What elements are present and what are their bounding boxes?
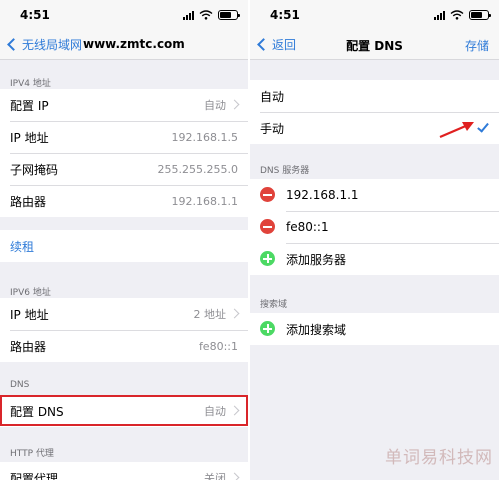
section-header-dns-servers: DNS 服务器 xyxy=(260,166,310,176)
status-time: 4:51 xyxy=(270,8,300,22)
dns-server-value: fe80::1 xyxy=(286,220,329,234)
section-header-ipv4: IPV4 地址 xyxy=(10,79,51,89)
subnet-mask-row: 子网掩码 255.255.255.0 xyxy=(0,153,248,185)
watermark: 单词易科技网 xyxy=(385,448,493,468)
right-screen: 4:51 返回 配置 DNS 存储 自动 手动 DNS 服务器 192.168.… xyxy=(250,0,499,480)
dns-server-value: 192.168.1.1 xyxy=(286,188,359,202)
configure-proxy-row[interactable]: 配置代理 关闭 xyxy=(0,462,248,480)
status-bar: 4:51 xyxy=(0,0,248,30)
delete-minus-icon[interactable] xyxy=(260,187,275,202)
back-button[interactable]: 无线局域网 xyxy=(6,36,82,53)
page-title: 配置 DNS xyxy=(346,39,403,53)
row-label: 配置代理 xyxy=(10,471,59,480)
chevron-left-icon xyxy=(7,38,20,51)
nav-bar: 返回 配置 DNS 存储 xyxy=(250,30,499,60)
battery-icon xyxy=(218,10,240,20)
wifi-icon xyxy=(450,10,464,20)
ipv6-group: IP 地址 2 地址 路由器 fe80::1 xyxy=(0,298,248,362)
row-label: 手动 xyxy=(260,121,285,136)
red-arrow-annotation-icon xyxy=(439,122,474,139)
ip-address-row: IP 地址 192.168.1.5 xyxy=(0,121,248,153)
section-header-ipv6: IPV6 地址 xyxy=(10,288,51,298)
back-label: 无线局域网 xyxy=(22,38,83,52)
checkmark-icon xyxy=(477,120,489,133)
signal-icon xyxy=(183,10,194,20)
page-title: www.zmtc.com xyxy=(83,37,185,51)
wifi-icon xyxy=(199,10,213,20)
row-value: 255.255.255.0 xyxy=(157,162,238,176)
signal-icon xyxy=(434,10,445,20)
row-label: 路由器 xyxy=(10,339,47,354)
delete-minus-icon[interactable] xyxy=(260,219,275,234)
section-header-dns: DNS xyxy=(10,380,30,390)
row-label: 配置 IP xyxy=(10,98,49,113)
status-icons xyxy=(183,9,240,21)
mode-auto-option[interactable]: 自动 xyxy=(250,80,499,112)
dns-server-row[interactable]: fe80::1 xyxy=(250,211,499,243)
status-bar: 4:51 xyxy=(250,0,499,30)
row-value: 192.168.1.5 xyxy=(171,130,238,144)
status-time: 4:51 xyxy=(20,8,50,22)
row-label: 子网掩码 xyxy=(10,162,59,177)
chevron-right-icon xyxy=(229,472,240,480)
add-plus-icon xyxy=(260,321,275,336)
section-header-search-domains: 搜索域 xyxy=(260,300,288,310)
search-domains-group: 添加搜索域 xyxy=(250,313,499,345)
add-server-button[interactable]: 添加服务器 xyxy=(250,243,499,275)
left-screen: 4:51 无线局域网 www.zmtc.com IPV4 地址 配置 IP 自动… xyxy=(0,0,248,480)
ipv4-group: 配置 IP 自动 IP 地址 192.168.1.5 子网掩码 255.255.… xyxy=(0,89,248,217)
renew-lease-button[interactable]: 续租 xyxy=(0,230,248,262)
ipv6-address-row[interactable]: IP 地址 2 地址 xyxy=(0,298,248,330)
section-header-http-proxy: HTTP 代理 xyxy=(10,449,54,459)
dns-servers-group: 192.168.1.1 fe80::1 添加服务器 xyxy=(250,179,499,275)
row-value: 2 地址 xyxy=(193,308,227,321)
save-button[interactable]: 存储 xyxy=(465,37,489,54)
row-value: 关闭 xyxy=(204,472,226,480)
dns-server-row[interactable]: 192.168.1.1 xyxy=(250,179,499,211)
add-server-label: 添加服务器 xyxy=(286,252,347,267)
row-label: IP 地址 xyxy=(10,130,49,145)
row-value: fe80::1 xyxy=(198,339,238,353)
http-proxy-group: 配置代理 关闭 xyxy=(0,462,248,480)
add-search-domain-button[interactable]: 添加搜索域 xyxy=(250,313,499,345)
nav-bar: 无线局域网 www.zmtc.com xyxy=(0,30,248,60)
status-icons xyxy=(434,9,491,21)
row-value: 自动 xyxy=(204,99,226,112)
highlight-box xyxy=(0,395,248,426)
add-search-domain-label: 添加搜索域 xyxy=(286,322,347,337)
ipv6-router-row: 路由器 fe80::1 xyxy=(0,330,248,362)
chevron-right-icon xyxy=(229,99,240,110)
add-plus-icon xyxy=(260,251,275,266)
row-value: 192.168.1.1 xyxy=(171,194,238,208)
battery-icon xyxy=(469,10,491,20)
row-label: 路由器 xyxy=(10,194,47,209)
router-row: 路由器 192.168.1.1 xyxy=(0,185,248,217)
configure-ip-row[interactable]: 配置 IP 自动 xyxy=(0,89,248,121)
renew-group: 续租 xyxy=(0,230,248,262)
row-label: 自动 xyxy=(260,89,285,104)
row-label: IP 地址 xyxy=(10,307,49,322)
chevron-right-icon xyxy=(229,308,240,319)
